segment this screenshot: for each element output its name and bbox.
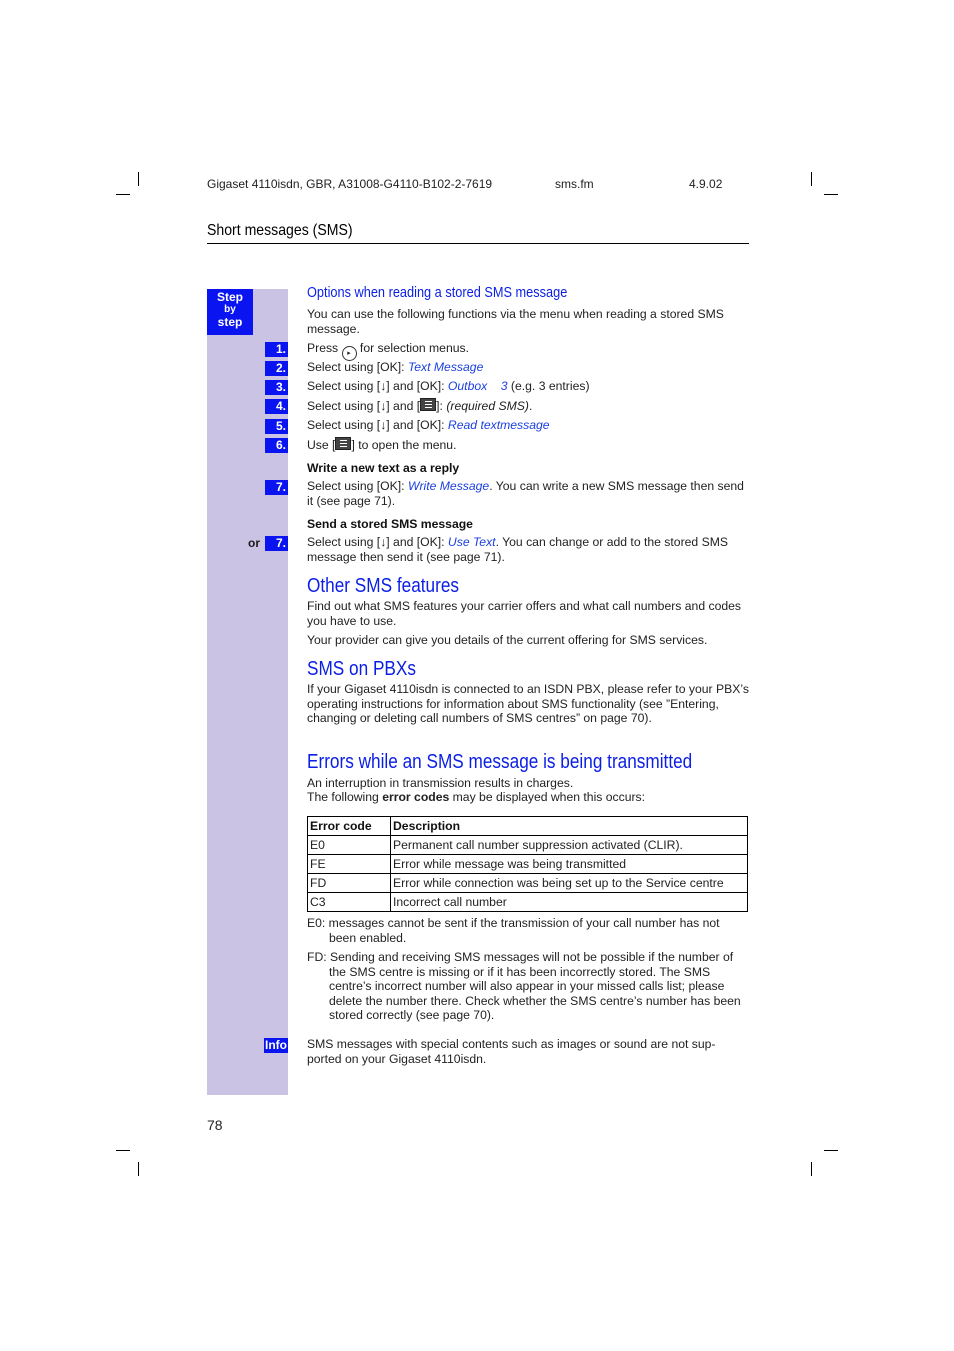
step-3: Select using [↓] and [OK]: Outbox 3 (e.g… — [307, 379, 590, 393]
error-code-cell: FE — [307, 854, 391, 874]
section-rule — [207, 243, 749, 244]
step-number: 3. — [265, 380, 288, 395]
step-number: 4. — [265, 399, 288, 414]
error-code-cell: FD — [307, 873, 391, 893]
step-number: 1. — [265, 342, 288, 357]
send-text: Select using [↓] and [OK]: Use Text. You… — [307, 535, 728, 564]
step-6: Use [] to open the menu. — [307, 437, 457, 452]
options-heading: Options when reading a stored SMS messag… — [307, 285, 568, 301]
table-row: FD Error while connection was being set … — [307, 873, 748, 893]
badge-step2: step — [217, 315, 243, 329]
page-number: 78 — [207, 1117, 223, 1133]
pbx-heading: SMS on PBXs — [307, 658, 416, 680]
menu-link-read-textmessage: Read textmessage — [447, 418, 550, 432]
description-cell: Incorrect call number — [390, 892, 748, 912]
other-features-p1: Find out what SMS features your carrier … — [307, 599, 742, 628]
badge-step: Step — [216, 290, 243, 304]
column-header: Description — [390, 816, 748, 836]
header-file: sms.fm — [555, 177, 594, 191]
error-code-cell: C3 — [307, 892, 391, 912]
menu-key-icon — [335, 437, 352, 450]
step-number: 7. — [265, 536, 288, 551]
errors-heading: Errors while an SMS message is being tra… — [307, 751, 693, 773]
step-1: Press ▸ for selection menus. — [307, 341, 749, 361]
table-row: E0 Permanent call number suppression act… — [307, 835, 748, 855]
navigation-key-icon: ▸ — [341, 346, 357, 361]
pbx-text: If your Gigaset 4110isdn is connected to… — [307, 682, 749, 725]
crop-mark — [811, 1162, 812, 1176]
info-text: SMS messages with special contents such … — [307, 1037, 716, 1066]
menu-link-text-message: Text Message — [407, 360, 484, 374]
table-row: C3 Incorrect call number — [307, 892, 748, 912]
step-number: 2. — [265, 361, 288, 376]
options-intro: You can use the following functions via … — [307, 307, 724, 336]
step-number: 5. — [265, 419, 288, 434]
reply-heading: Write a new text as a reply — [307, 461, 460, 475]
crop-mark — [116, 1150, 130, 1151]
table-row: FE Error while message was being transmi… — [307, 854, 748, 874]
info-badge: Info — [264, 1038, 288, 1053]
column-header: Error code — [307, 816, 391, 836]
crop-mark — [138, 1162, 139, 1176]
other-features-heading: Other SMS features — [307, 575, 460, 597]
errors-line2: The following error codes may be display… — [307, 790, 646, 804]
step-4: Select using [↓] and []: (required SMS). — [307, 398, 533, 413]
menu-link-use-text: Use Text — [447, 535, 496, 549]
menu-link-write-message: Write Message — [407, 479, 490, 493]
crop-mark — [824, 194, 838, 195]
or-label: or — [248, 536, 260, 550]
errors-line1: An interruption in transmission results … — [307, 776, 574, 790]
error-code-cell: E0 — [307, 835, 391, 855]
header-date: 4.9.02 — [689, 177, 723, 191]
step-2: Select using [OK]: Text Message — [307, 360, 484, 374]
menu-key-icon — [420, 398, 437, 411]
menu-link-outbox: Outbox — [447, 379, 488, 393]
step-5: Select using [↓] and [OK]: Read textmess… — [307, 418, 550, 432]
note-fd: FD: Sending and receiving SMS messages w… — [307, 950, 741, 1022]
step-by-step-badge: Step by step — [207, 289, 253, 335]
error-code-table: Error code Description E0 Permanent call… — [307, 816, 748, 912]
step-number: 6. — [265, 438, 288, 453]
crop-mark — [824, 1150, 838, 1151]
send-heading: Send a stored SMS message — [307, 517, 473, 531]
note-e0: E0: messages cannot be sent if the trans… — [307, 916, 720, 945]
reply-text: Select using [OK]: Write Message. You ca… — [307, 479, 744, 508]
header-doc-id: Gigaset 4110isdn, GBR, A31008-G4110-B102… — [207, 177, 493, 191]
description-cell: Error while connection was being set up … — [390, 873, 748, 893]
other-features-p2: Your provider can give you details of th… — [307, 633, 708, 647]
description-cell: Error while message was being transmitte… — [390, 854, 748, 874]
step-number: 7. — [265, 480, 288, 495]
section-title: Short messages (SMS) — [207, 222, 353, 239]
crop-mark — [811, 172, 812, 186]
crop-mark — [116, 194, 130, 195]
crop-mark — [138, 172, 139, 186]
table-header-row: Error code Description — [307, 816, 748, 836]
description-cell: Permanent call number suppression activa… — [390, 835, 748, 855]
